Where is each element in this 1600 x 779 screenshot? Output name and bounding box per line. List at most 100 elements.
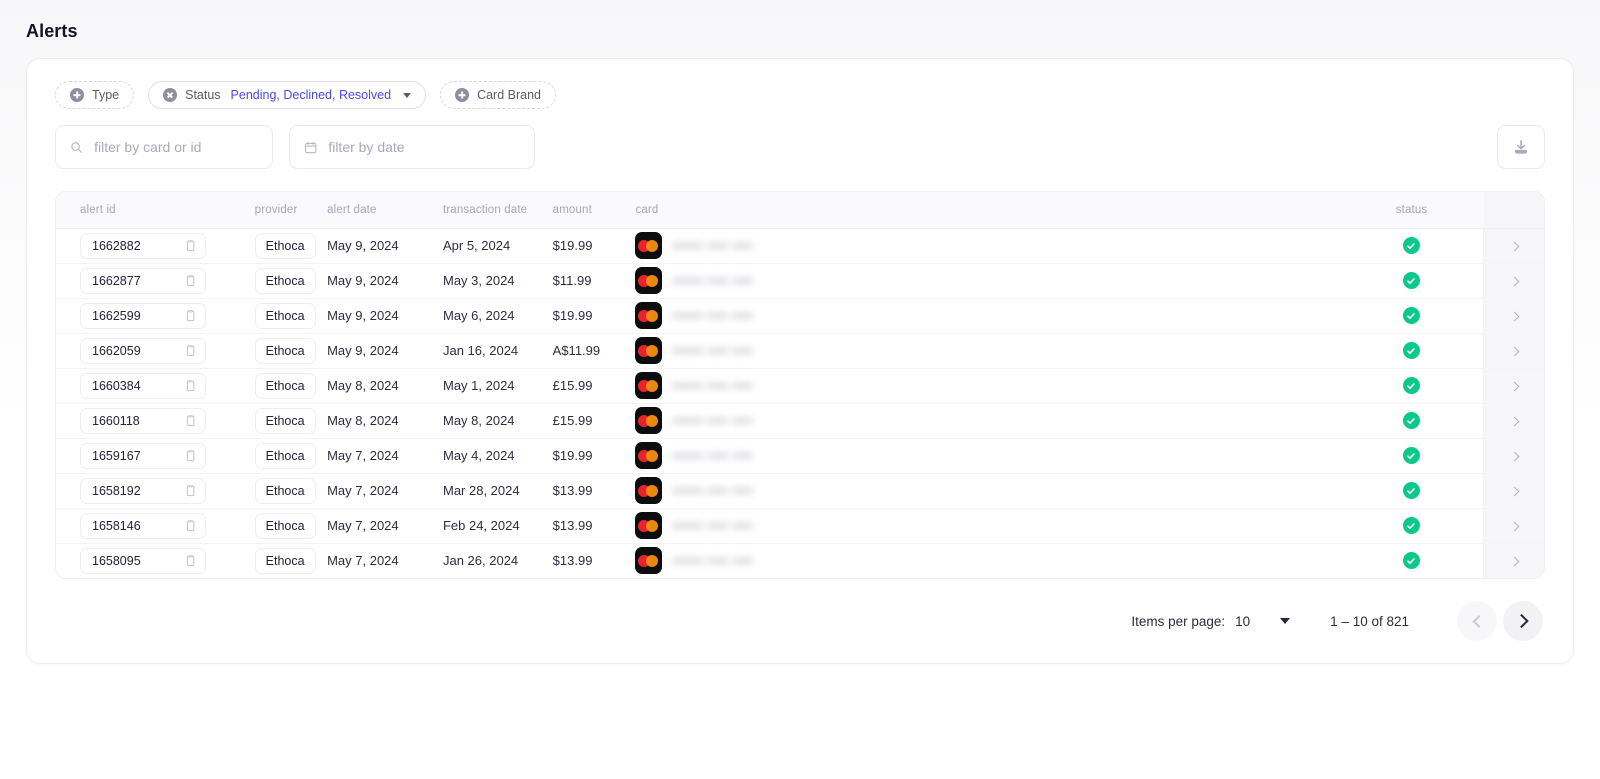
cell-transaction-date: Jan 26, 2024 [442, 542, 553, 578]
alert-id-pill[interactable]: 1662882 [80, 232, 206, 259]
filter-chip-card-brand[interactable]: Card Brand [440, 81, 557, 109]
cell-expand[interactable] [1483, 332, 1544, 368]
date-field-wrapper[interactable] [289, 125, 535, 169]
mastercard-icon [635, 337, 663, 364]
cell-expand[interactable] [1483, 472, 1544, 508]
cell-transaction-date: Apr 5, 2024 [442, 238, 511, 253]
table-row[interactable]: 1662877 Ethoca May 9, 2024 May 3, 2024 $11.9… [56, 262, 1544, 298]
table-row[interactable]: 1660118 Ethoca May 8, 2024 May 8, 2024 £15.9… [56, 402, 1544, 438]
cell-expand[interactable] [1483, 507, 1544, 543]
table-row[interactable]: 1658095 Ethoca May 7, 2024 Jan 26, 2024 $13.… [56, 542, 1544, 578]
provider-pill: Ethoca [254, 547, 316, 574]
filter-chip-status[interactable]: Status Pending, Declined, Resolved [148, 81, 427, 109]
table-row[interactable]: 1662059 Ethoca May 9, 2024 Jan 16, 2024 A$11… [56, 332, 1544, 368]
cell-alert-date: May 7, 2024 [327, 542, 443, 578]
alert-id-pill[interactable]: 1658095 [80, 547, 206, 574]
provider-pill: Ethoca [254, 372, 316, 399]
copy-icon[interactable] [185, 414, 196, 427]
cell-expand[interactable] [1483, 402, 1544, 438]
masked-card-number: •••••• •••• •••• [672, 413, 753, 428]
alert-id-pill[interactable]: 1662877 [80, 267, 206, 294]
cell-amount: $19.99 [552, 238, 593, 253]
alert-id-value: 1662059 [92, 343, 141, 358]
provider-pill: Ethoca [254, 302, 316, 329]
table-row[interactable]: 1659167 Ethoca May 7, 2024 May 4, 2024 $19.9… [56, 437, 1544, 473]
copy-icon[interactable] [185, 239, 196, 252]
cell-alert-id: 1658146 [56, 507, 255, 543]
table-row[interactable]: 1658146 Ethoca May 7, 2024 Feb 24, 2024 $13.… [56, 507, 1544, 543]
provider-pill: Ethoca [254, 407, 316, 434]
table-row[interactable]: 1660384 Ethoca May 8, 2024 May 1, 2024 £15.9… [56, 367, 1544, 403]
alert-id-value: 1662599 [92, 308, 141, 323]
items-per-page-label: Items per page: [1131, 613, 1226, 629]
alert-id-pill[interactable]: 1662059 [80, 337, 206, 364]
previous-page-button[interactable] [1457, 601, 1497, 641]
cell-provider: Ethoca [254, 297, 328, 333]
chevron-right-icon [1509, 381, 1520, 392]
table-row[interactable]: 1662599 Ethoca May 9, 2024 May 6, 2024 $19.9… [56, 297, 1544, 333]
alert-id-pill[interactable]: 1659167 [80, 442, 206, 469]
table-row[interactable]: 1658192 Ethoca May 7, 2024 Mar 28, 2024 $13.… [56, 472, 1544, 508]
cell-alert-date: May 7, 2024 [327, 437, 443, 473]
cell-alert-date: May 8, 2024 [327, 402, 443, 438]
cell-card: •••••• •••• •••• [635, 507, 1340, 543]
cell-card: •••••• •••• •••• [635, 437, 1340, 473]
check-circle-icon [1407, 452, 1415, 459]
search-input[interactable] [94, 139, 258, 155]
chevron-left-icon [1472, 614, 1485, 628]
alert-id-pill[interactable]: 1662599 [80, 302, 206, 329]
table-row[interactable]: 1662882 Ethoca May 9, 2024 Apr 5, 2024 $19.9… [56, 228, 1544, 263]
chevron-down-icon[interactable] [403, 92, 412, 98]
remove-circle-icon[interactable] [163, 88, 178, 102]
cell-provider: Ethoca [254, 262, 328, 298]
alert-id-pill[interactable]: 1658146 [80, 512, 206, 539]
alert-id-pill[interactable]: 1660118 [80, 407, 206, 434]
mastercard-icon [635, 442, 663, 469]
alert-id-pill[interactable]: 1660384 [80, 372, 206, 399]
copy-icon[interactable] [185, 449, 196, 462]
cell-alert-date: May 9, 2024 [327, 297, 443, 333]
cell-alert-id: 1658192 [56, 472, 255, 508]
copy-icon[interactable] [185, 519, 196, 532]
alert-id-pill[interactable]: 1658192 [80, 477, 206, 504]
cell-status [1339, 332, 1484, 368]
cell-transaction-date: May 6, 2024 [442, 297, 553, 333]
cell-expand[interactable] [1483, 542, 1544, 578]
next-page-button[interactable] [1503, 601, 1543, 641]
cell-expand[interactable] [1483, 228, 1544, 263]
cell-expand[interactable] [1483, 262, 1544, 298]
alert-id-value: 1658192 [92, 483, 141, 498]
copy-icon[interactable] [185, 484, 196, 497]
cell-alert-date: May 7, 2024 [327, 507, 443, 543]
date-input[interactable] [328, 139, 520, 155]
download-button[interactable] [1497, 125, 1545, 169]
items-per-page-value[interactable]: 10 [1235, 614, 1250, 629]
alert-id-value: 1660118 [92, 413, 140, 428]
cell-alert-date: May 7, 2024 [327, 472, 443, 508]
download-icon [1515, 140, 1527, 154]
copy-icon[interactable] [185, 554, 196, 567]
cell-status [1339, 297, 1484, 333]
column-header-amount: amount [552, 192, 636, 229]
cell-amount: $13.99 [552, 472, 636, 508]
copy-icon[interactable] [185, 344, 196, 357]
cell-status [1339, 402, 1484, 438]
cell-alert-id: 1660118 [56, 402, 255, 438]
alert-id-value: 1658095 [92, 553, 141, 568]
alerts-page: Alerts Type Status Pending, Declined, Re… [0, 0, 1600, 664]
copy-icon[interactable] [185, 379, 196, 392]
cell-expand[interactable] [1483, 367, 1544, 403]
check-circle-icon [1407, 522, 1415, 529]
items-per-page-dropdown-icon[interactable] [1280, 618, 1291, 624]
cell-expand[interactable] [1483, 297, 1544, 333]
copy-icon[interactable] [185, 309, 196, 322]
check-circle-icon [1407, 382, 1415, 389]
cell-alert-date: May 9, 2024 [327, 238, 399, 253]
check-circle-icon [1407, 312, 1415, 319]
cell-expand[interactable] [1483, 437, 1544, 473]
cell-status [1339, 507, 1484, 543]
filter-chip-type[interactable]: Type [55, 81, 135, 109]
search-field-wrapper[interactable] [55, 125, 273, 169]
copy-icon[interactable] [185, 274, 196, 287]
mastercard-icon [635, 477, 663, 504]
